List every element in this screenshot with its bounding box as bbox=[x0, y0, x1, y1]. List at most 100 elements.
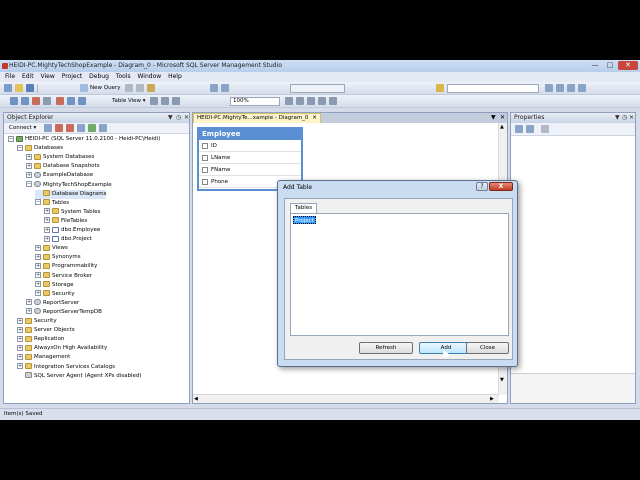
view-pages-icon[interactable] bbox=[329, 97, 337, 105]
collapse-icon[interactable]: − bbox=[26, 181, 32, 187]
refresh-icon[interactable] bbox=[88, 124, 96, 132]
column-checkbox[interactable] bbox=[202, 143, 208, 149]
expand-icon[interactable]: + bbox=[26, 308, 32, 315]
expand-icon[interactable]: + bbox=[35, 262, 41, 269]
tree-item[interactable]: + Security bbox=[35, 290, 75, 299]
new-project-icon[interactable] bbox=[4, 84, 12, 92]
new-query-button[interactable]: New Query bbox=[90, 85, 120, 91]
menu-edit[interactable]: Edit bbox=[22, 72, 34, 82]
pin-icon[interactable]: ▼ bbox=[615, 113, 620, 123]
panel-close-icon[interactable]: ✕ bbox=[184, 113, 189, 123]
menu-window[interactable]: Window bbox=[138, 72, 162, 82]
expand-icon[interactable]: + bbox=[26, 153, 32, 160]
menu-help[interactable]: Help bbox=[168, 72, 182, 82]
expand-icon[interactable]: + bbox=[44, 226, 50, 233]
options-icon[interactable] bbox=[578, 84, 586, 92]
tree-item[interactable]: + Synonyms bbox=[35, 253, 81, 262]
tree-item[interactable]: SQL Server Agent (Agent XPs disabled) bbox=[17, 372, 142, 381]
connect-icon[interactable] bbox=[44, 124, 52, 132]
list-item[interactable]: Project bbox=[293, 216, 316, 224]
tree-item[interactable]: + ReportServerTempDB bbox=[26, 308, 102, 317]
close-icon[interactable]: ✕ bbox=[618, 61, 638, 70]
new-text-icon[interactable] bbox=[307, 97, 315, 105]
expand-icon[interactable]: + bbox=[26, 171, 32, 178]
expand-icon[interactable]: + bbox=[44, 235, 50, 242]
paste-icon[interactable] bbox=[147, 84, 155, 92]
tree-item[interactable]: − Tables bbox=[35, 199, 69, 208]
add-table-icon[interactable] bbox=[10, 97, 18, 105]
expand-icon[interactable]: + bbox=[35, 253, 41, 260]
scroll-left-icon[interactable]: ◀ bbox=[194, 396, 198, 402]
activity-monitor-icon[interactable] bbox=[99, 124, 107, 132]
redo-icon[interactable] bbox=[221, 84, 229, 92]
copy-icon[interactable] bbox=[136, 84, 144, 92]
undo-icon[interactable] bbox=[210, 84, 218, 92]
tree-item[interactable]: + Programmability bbox=[35, 262, 97, 271]
show-labels-icon[interactable] bbox=[318, 97, 326, 105]
zoom-combo[interactable]: 100% bbox=[230, 97, 280, 106]
autosize-icon[interactable] bbox=[172, 97, 180, 105]
disconnect-icon[interactable] bbox=[55, 124, 63, 132]
expand-icon[interactable]: + bbox=[35, 281, 41, 288]
tree-item[interactable]: + System Databases bbox=[26, 153, 94, 162]
column-lname[interactable]: LName bbox=[199, 152, 301, 164]
column-checkbox[interactable] bbox=[202, 155, 208, 161]
menu-project[interactable]: Project bbox=[62, 72, 83, 82]
relationships-icon[interactable] bbox=[56, 97, 64, 105]
column-fname[interactable]: FName bbox=[199, 164, 301, 176]
solution-explorer-icon[interactable] bbox=[545, 84, 553, 92]
tree-item[interactable]: + Replication bbox=[17, 335, 64, 344]
tree-item[interactable]: + FileTables bbox=[44, 217, 87, 226]
expand-icon[interactable]: + bbox=[17, 335, 23, 342]
expand-icon[interactable]: + bbox=[26, 162, 32, 169]
panel-close-icon[interactable]: ✕ bbox=[629, 113, 634, 123]
arrange-tables-icon[interactable] bbox=[161, 97, 169, 105]
tree-item[interactable]: + Views bbox=[35, 244, 68, 253]
solution-config-combo[interactable] bbox=[290, 84, 345, 93]
column-id[interactable]: ID bbox=[199, 140, 301, 152]
help-button[interactable]: ? bbox=[476, 182, 488, 191]
page-breaks-icon[interactable] bbox=[285, 97, 293, 105]
expand-icon[interactable]: + bbox=[35, 290, 41, 297]
menu-tools[interactable]: Tools bbox=[116, 72, 131, 82]
pin-icon[interactable]: ▼ bbox=[168, 113, 173, 123]
tree-item[interactable]: + ExampleDatabase bbox=[26, 171, 93, 180]
connect-button[interactable]: Connect ▾ bbox=[9, 125, 36, 131]
close-button[interactable]: Close bbox=[466, 342, 509, 354]
toolbox-icon[interactable] bbox=[567, 84, 575, 92]
cut-icon[interactable] bbox=[125, 84, 133, 92]
open-icon[interactable] bbox=[15, 84, 23, 92]
tree-item[interactable]: + dbo.Project bbox=[44, 235, 92, 244]
tree-item[interactable]: + System Tables bbox=[44, 208, 100, 217]
column-checkbox[interactable] bbox=[202, 179, 208, 185]
collapse-icon[interactable]: − bbox=[17, 144, 23, 151]
add-related-icon[interactable] bbox=[21, 97, 29, 105]
menu-view[interactable]: View bbox=[41, 72, 55, 82]
expand-icon[interactable]: + bbox=[35, 272, 41, 278]
expand-icon[interactable]: + bbox=[17, 353, 23, 360]
expand-icon[interactable]: + bbox=[17, 317, 23, 324]
expand-icon[interactable]: + bbox=[17, 326, 23, 333]
tables-list[interactable]: Project bbox=[290, 213, 509, 336]
find-icon[interactable] bbox=[436, 84, 444, 92]
scroll-up-icon[interactable]: ▲ bbox=[500, 124, 504, 130]
tab-list-icon[interactable]: ▼ bbox=[491, 114, 496, 121]
save-icon[interactable] bbox=[26, 84, 34, 92]
tree-item[interactable]: + Storage bbox=[35, 281, 74, 290]
check-constraints-icon[interactable] bbox=[78, 97, 86, 105]
tree-item[interactable]: + Management bbox=[17, 353, 70, 362]
expand-icon[interactable]: + bbox=[35, 244, 41, 251]
tree-item[interactable]: − MightyTechShopExample bbox=[26, 181, 112, 190]
tree-item[interactable]: + AlwaysOn High Availability bbox=[17, 344, 107, 353]
recalc-pages-icon[interactable] bbox=[296, 97, 304, 105]
maximize-icon[interactable]: □ bbox=[603, 61, 617, 70]
tree-item[interactable]: + dbo.Employee bbox=[44, 226, 100, 235]
remove-table-icon[interactable] bbox=[43, 97, 51, 105]
scroll-right-icon[interactable]: ▶ bbox=[490, 396, 494, 402]
tree-item[interactable]: + Integration Services Catalogs bbox=[17, 363, 115, 372]
expand-icon[interactable]: + bbox=[17, 363, 23, 369]
table-view-button[interactable]: Table View ▾ bbox=[112, 98, 146, 104]
expand-icon[interactable]: + bbox=[26, 299, 32, 306]
scroll-down-icon[interactable]: ▼ bbox=[500, 377, 504, 383]
filter-icon[interactable] bbox=[77, 124, 85, 132]
